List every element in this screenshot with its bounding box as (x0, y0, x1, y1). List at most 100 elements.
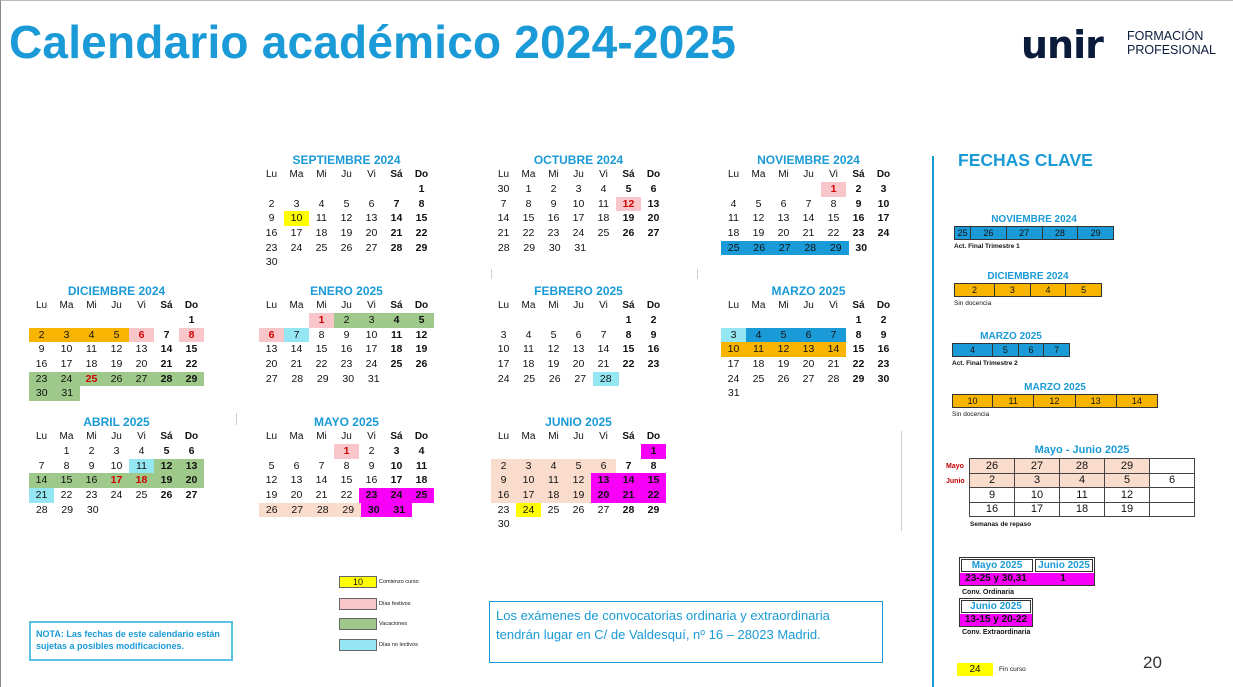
weekday-label: Ma (289, 169, 304, 180)
month-january: ENERO 2025 Lu Ma Mi Ju Vi Sá Do 1 2 3 4 5 6 7 8 9 10 11 12 1… (259, 283, 434, 386)
weekday-label: Mi (86, 431, 97, 442)
week-row: 14 15 16 17 18 19 20 (491, 211, 666, 226)
day-cell: 18 (727, 227, 740, 240)
page-number: 20 (1143, 653, 1162, 672)
review-cell: 19 (1104, 501, 1150, 517)
day-cell: 21 (827, 358, 840, 371)
review-label-jun: Junio (946, 478, 965, 485)
week-row: 16 17 18 19 20 21 22 (491, 488, 666, 503)
day-cell: 22 (852, 358, 865, 371)
day-cell: 14 (802, 212, 815, 225)
day-cell: 9 (88, 459, 95, 472)
day-cell: 17 (877, 212, 890, 225)
day-cell (616, 444, 641, 459)
week-row: 11 12 13 14 15 16 17 (721, 211, 896, 226)
day-cell: 18 (522, 358, 535, 371)
weekday-label: Do (876, 169, 891, 180)
day-cell: 21 (290, 358, 303, 371)
month-title: ENERO 2025 (310, 284, 383, 298)
weekday-label: Vi (599, 300, 608, 311)
day-cell (79, 313, 104, 328)
day-cell: 3 (516, 458, 541, 474)
review-cell: 27 (1014, 458, 1060, 474)
day-cell: 25 (523, 372, 536, 385)
day-cell (746, 182, 771, 197)
day-cell: 19 (752, 227, 765, 240)
fechas-clave-title: FECHAS CLAVE (958, 150, 1093, 170)
day-cell (259, 182, 284, 197)
week-row: 31 (721, 386, 896, 401)
key-block-nov: NOVIEMBRE 2024 25 26 27 28 29 Act. Final Trime… (954, 214, 1114, 250)
weekday-label: Sá (160, 431, 173, 442)
day-cell: 25 (547, 503, 560, 516)
day-cell: 20 (135, 358, 148, 371)
day-cell: 27 (185, 489, 198, 502)
weekday-header: Lu Ma Mi Ju Vi Sá Do (491, 430, 666, 444)
day-cell: 20 (265, 358, 278, 371)
day-cell: 12 (547, 343, 560, 356)
weekday-label: Ma (521, 169, 536, 180)
key-day-cell: 11 (993, 395, 1035, 407)
extraordinaria-caption: Conv. Extraordinaria (962, 629, 1031, 636)
day-cell: 23 (547, 227, 560, 240)
day-cell: 3 (359, 313, 384, 328)
week-row: 10 11 12 13 14 15 16 (491, 342, 666, 357)
day-cell: 5 (771, 327, 796, 343)
day-cell: 5 (409, 313, 434, 328)
day-cell: 9 (38, 343, 45, 356)
review-cell: 18 (1059, 501, 1105, 517)
weekday-label: Mi (778, 300, 789, 311)
day-cell (284, 444, 309, 459)
day-cell (104, 313, 129, 328)
weekday-label: Lu (497, 300, 510, 311)
day-cell: 2 (855, 183, 862, 195)
fin-curso-swatch: 24 (957, 663, 993, 676)
weekday-header: Lu Ma Mi Ju Vi Sá Do (491, 299, 666, 313)
day-cell: 19 (154, 473, 179, 489)
weekday-label: Lu (727, 300, 740, 311)
day-cell: 7 (500, 197, 507, 210)
weekday-label: Lu (35, 300, 48, 311)
day-cell: 3 (113, 445, 120, 457)
day-cell: 18 (390, 343, 403, 356)
day-cell: 28 (827, 372, 840, 385)
week-row: 23 24 25 26 27 28 29 (491, 502, 666, 518)
day-cell: 27 (365, 241, 378, 254)
day-cell: 24 (572, 227, 585, 240)
key-day-cell: 4 (953, 344, 993, 356)
month-december: DICIEMBRE 2024 Lu Ma Mi Ju Vi Sá Do 1 2 3 4 5 6 7 8 9 10 1… (29, 283, 204, 402)
day-cell: 12 (110, 343, 123, 356)
extraordinaria-value: 13-15 y 20-22 (960, 614, 1032, 626)
weekday-label: Mi (316, 300, 327, 311)
day-cell: 7 (625, 459, 632, 472)
day-cell: 29 (852, 372, 865, 385)
day-cell: 11 (541, 473, 566, 489)
week-row: 18 19 20 21 22 23 24 (721, 226, 896, 241)
day-cell: 14 (821, 342, 846, 358)
day-cell: 23 (877, 358, 890, 371)
day-cell: 30 (877, 372, 890, 385)
week-row: 12 13 14 15 16 17 18 (259, 473, 434, 488)
month-title: JUNIO 2025 (545, 415, 612, 429)
day-cell: 18 (85, 358, 98, 371)
day-cell: 29 (647, 503, 660, 516)
week-row: 17 18 19 20 21 22 23 (721, 357, 896, 372)
weekday-label: Sá (852, 169, 865, 180)
review-cell: 28 (1059, 458, 1105, 474)
extraordinaria-header: Junio 2025 (961, 600, 1031, 613)
key-block-mar-2: MARZO 2025 10 11 12 13 14 Sin docencia (952, 382, 1158, 418)
weekday-label: Vi (137, 300, 146, 311)
key-day-cell: 12 (1034, 395, 1076, 407)
logo-word: unir (1021, 23, 1104, 67)
day-cell: 26 (160, 489, 173, 502)
day-cell: 12 (154, 458, 179, 474)
day-cell: 1 (625, 314, 632, 326)
week-row: 12 3 4 (259, 444, 434, 459)
day-cell: 13 (777, 212, 790, 225)
day-cell (491, 444, 516, 459)
day-cell: 9 (368, 459, 375, 472)
day-cell: 11 (523, 343, 534, 356)
day-cell: 6 (129, 327, 154, 343)
week-row: 24 25 26 27 28 29 30 (721, 372, 896, 387)
weekday-label: Do (414, 169, 429, 180)
